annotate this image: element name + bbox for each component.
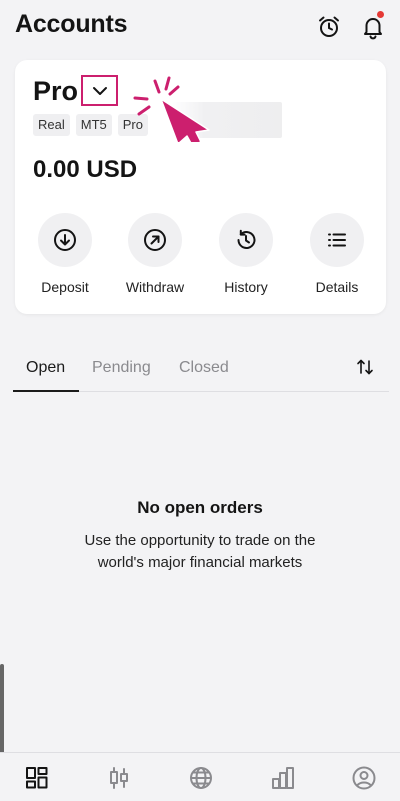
profile-icon[interactable] <box>351 765 377 791</box>
deposit-button[interactable]: Deposit <box>20 213 110 295</box>
history-button[interactable]: History <box>201 213 291 295</box>
account-card: Pro Real MT5 Pro 0.00 USD Deposit Withdr… <box>15 60 386 314</box>
empty-state-text: Use the opportunity to trade on the worl… <box>0 530 400 574</box>
tab-open[interactable]: Open <box>26 359 65 377</box>
page-title: Accounts <box>15 10 128 38</box>
bell-icon[interactable] <box>360 11 386 40</box>
alarm-clock-icon[interactable] <box>316 14 342 40</box>
withdraw-label: Withdraw <box>125 279 185 295</box>
empty-state-title: No open orders <box>137 498 263 517</box>
arrow-up-right-circle-icon <box>144 229 166 251</box>
accounts-icon[interactable] <box>24 765 50 791</box>
details-label: Details <box>315 279 359 295</box>
tag-mt5: MT5 <box>75 114 112 136</box>
active-tab-indicator <box>13 390 79 392</box>
header: Accounts <box>0 0 400 54</box>
performance-icon[interactable] <box>270 765 296 791</box>
account-name: Pro <box>33 76 79 106</box>
withdraw-button[interactable]: Withdraw <box>110 213 200 295</box>
markets-icon[interactable] <box>188 765 214 791</box>
sort-icon[interactable] <box>355 357 375 377</box>
list-icon <box>328 233 346 247</box>
trade-icon[interactable] <box>106 765 132 791</box>
details-button[interactable]: Details <box>292 213 382 295</box>
orders-tabs: Open Pending Closed <box>13 353 389 392</box>
tab-pending[interactable]: Pending <box>92 359 151 377</box>
pointer-cursor-icon <box>128 74 218 146</box>
tab-closed[interactable]: Closed <box>179 359 229 377</box>
account-dropdown-button[interactable] <box>81 75 118 106</box>
deposit-label: Deposit <box>41 279 89 295</box>
account-actions: Deposit Withdraw History Details <box>15 213 386 303</box>
tag-real: Real <box>33 114 70 136</box>
history-icon <box>237 229 256 249</box>
arrow-down-circle-icon <box>54 229 76 251</box>
empty-state-line-1: Use the opportunity to trade on the <box>84 532 316 549</box>
bottom-navigation <box>0 752 400 801</box>
notification-dot <box>377 11 384 18</box>
empty-state: No open orders Use the opportunity to tr… <box>0 498 400 574</box>
empty-state-line-2: world's major financial markets <box>97 554 303 571</box>
account-balance: 0.00 USD <box>33 156 138 183</box>
history-label: History <box>224 279 268 295</box>
